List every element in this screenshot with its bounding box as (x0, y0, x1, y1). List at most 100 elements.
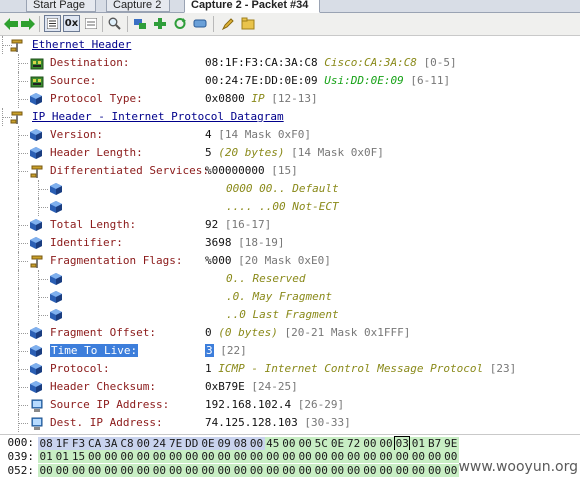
hex-byte[interactable]: 01 (54, 450, 71, 463)
tree-bit-row[interactable]: .0. May Fragment (0, 288, 580, 306)
hex-byte[interactable]: 00 (54, 464, 71, 477)
tree-field-row[interactable]: Total Length: 92 [16-17] (0, 216, 580, 234)
hex-byte[interactable]: 00 (102, 450, 119, 463)
folder-button[interactable] (239, 15, 256, 32)
hex-byte[interactable]: 00 (216, 464, 233, 477)
edit-button[interactable] (219, 15, 236, 32)
hex-byte[interactable]: 00 (102, 464, 119, 477)
hex-byte[interactable]: 00 (297, 464, 314, 477)
hex-byte[interactable]: 00 (280, 437, 297, 450)
hex-byte[interactable]: 5C (313, 437, 330, 450)
hex-byte[interactable]: 00 (216, 450, 233, 463)
hex-byte[interactable]: 00 (377, 464, 395, 477)
hex-byte[interactable]: C8 (118, 437, 136, 450)
hex-byte[interactable]: 15 (70, 450, 87, 463)
hex-byte[interactable]: 00 (280, 464, 297, 477)
tree-field-row[interactable]: Fragment Offset: 0 (0 bytes) [20-21 Mask … (0, 324, 580, 342)
tree-field-row[interactable]: Source IP Address: 192.168.102.4 [26-29] (0, 396, 580, 414)
hex-byte[interactable]: 00 (135, 450, 152, 463)
hex-byte[interactable]: CA (86, 437, 103, 450)
hex-byte[interactable]: 00 (377, 450, 395, 463)
hex-byte[interactable]: B7 (426, 437, 443, 450)
hex-byte[interactable]: F3 (70, 437, 87, 450)
hex-byte[interactable]: 00 (183, 464, 200, 477)
section-title[interactable]: IP Header - Internet Protocol Datagram (32, 110, 284, 123)
hex-byte[interactable]: DD (183, 437, 200, 450)
hex-byte[interactable]: 00 (280, 450, 297, 463)
hex-view-button[interactable]: 0x (63, 15, 80, 32)
tree-bit-row[interactable]: ..0 Last Fragment (0, 306, 580, 324)
hex-byte[interactable]: 24 (151, 437, 168, 450)
tree-field-row[interactable]: Time To Live: 3 [22] (0, 342, 580, 360)
tree-field-row[interactable]: Version: 4 [14 Mask 0xF0] (0, 126, 580, 144)
refresh-button[interactable] (171, 15, 188, 32)
hex-byte[interactable]: 00 (313, 464, 330, 477)
hex-byte[interactable]: 00 (86, 464, 103, 477)
tree-field-row[interactable]: Fragmentation Flags: %000 [20 Mask 0xE0] (0, 252, 580, 270)
find-button[interactable] (106, 15, 123, 32)
hex-byte[interactable]: 00 (248, 464, 265, 477)
hex-byte[interactable]: 08 (38, 437, 55, 450)
tree-bit-row[interactable]: 0000 00.. Default (0, 180, 580, 198)
hex-byte[interactable]: 00 (38, 464, 55, 477)
tree-field-row[interactable]: Header Length: 5 (20 bytes) [14 Mask 0x0F… (0, 144, 580, 162)
hex-byte[interactable]: 00 (426, 450, 443, 463)
hex-byte[interactable]: 00 (199, 450, 217, 463)
hex-byte[interactable]: 0E (199, 437, 217, 450)
hex-byte[interactable]: 00 (329, 450, 346, 463)
tree-field-row[interactable]: Source: 00:24:7E:DD:0E:09 Usi:DD:0E:09 [6… (0, 72, 580, 90)
hex-byte[interactable]: 01 (410, 437, 427, 450)
hex-byte[interactable]: 00 (232, 450, 249, 463)
tab-capture-2-packet-34[interactable]: Capture 2 - Packet #34 (184, 0, 320, 13)
hex-byte[interactable]: 72 (345, 437, 362, 450)
text-view-button[interactable] (82, 15, 99, 32)
hex-byte[interactable]: 03 (394, 436, 411, 451)
packet-list-button[interactable] (131, 15, 148, 32)
tree-section-header[interactable]: Ethernet Header (0, 36, 580, 54)
hex-byte[interactable]: 00 (345, 450, 362, 463)
settings-button[interactable] (191, 15, 208, 32)
tree-field-row[interactable]: Differentiated Services: %00000000 [15] (0, 162, 580, 180)
hex-byte[interactable]: 00 (264, 450, 281, 463)
hex-byte[interactable]: 00 (345, 464, 362, 477)
hex-byte[interactable]: 7E (167, 437, 184, 450)
forward-arrow-button[interactable] (19, 15, 36, 32)
hex-byte[interactable]: 00 (297, 450, 314, 463)
hex-byte[interactable]: 00 (232, 464, 249, 477)
hex-byte[interactable]: 08 (232, 437, 249, 450)
hex-byte[interactable]: 00 (183, 450, 200, 463)
section-title[interactable]: Ethernet Header (32, 38, 131, 51)
hex-byte[interactable]: 00 (135, 464, 152, 477)
hex-byte[interactable]: 00 (394, 450, 411, 463)
hex-byte[interactable]: 00 (118, 450, 136, 463)
hex-byte[interactable]: 00 (135, 437, 152, 450)
hex-byte[interactable]: 00 (410, 464, 427, 477)
hex-byte[interactable]: 00 (313, 450, 330, 463)
hex-byte[interactable]: 9E (442, 437, 459, 450)
tree-bit-row[interactable]: 0.. Reserved (0, 270, 580, 288)
hex-byte[interactable]: 09 (216, 437, 233, 450)
hex-byte[interactable]: 45 (264, 437, 281, 450)
decode-view-button[interactable] (44, 15, 61, 32)
tab-capture-2[interactable]: Capture 2 (106, 0, 170, 12)
hex-byte[interactable]: 00 (394, 464, 411, 477)
hex-byte[interactable]: 00 (264, 464, 281, 477)
hex-byte[interactable]: 00 (442, 450, 459, 463)
hex-byte[interactable]: 00 (86, 450, 103, 463)
hex-byte[interactable]: 00 (199, 464, 217, 477)
hex-byte[interactable]: 00 (361, 437, 378, 450)
hex-byte[interactable]: 00 (329, 464, 346, 477)
hex-byte[interactable]: 1F (54, 437, 71, 450)
hex-byte[interactable]: 00 (361, 450, 378, 463)
hex-byte[interactable]: 00 (167, 450, 184, 463)
hex-byte[interactable]: 00 (151, 464, 168, 477)
tab-start-page[interactable]: Start Page (26, 0, 96, 12)
hex-byte[interactable]: 00 (70, 464, 87, 477)
add-packet-button[interactable] (151, 15, 168, 32)
hex-byte[interactable]: 00 (167, 464, 184, 477)
hex-byte[interactable]: 00 (248, 450, 265, 463)
hex-byte[interactable]: 00 (151, 450, 168, 463)
hex-byte[interactable]: 00 (118, 464, 136, 477)
tree-field-row[interactable]: Protocol Type: 0x0800 IP [12-13] (0, 90, 580, 108)
hex-byte[interactable]: 0E (329, 437, 346, 450)
